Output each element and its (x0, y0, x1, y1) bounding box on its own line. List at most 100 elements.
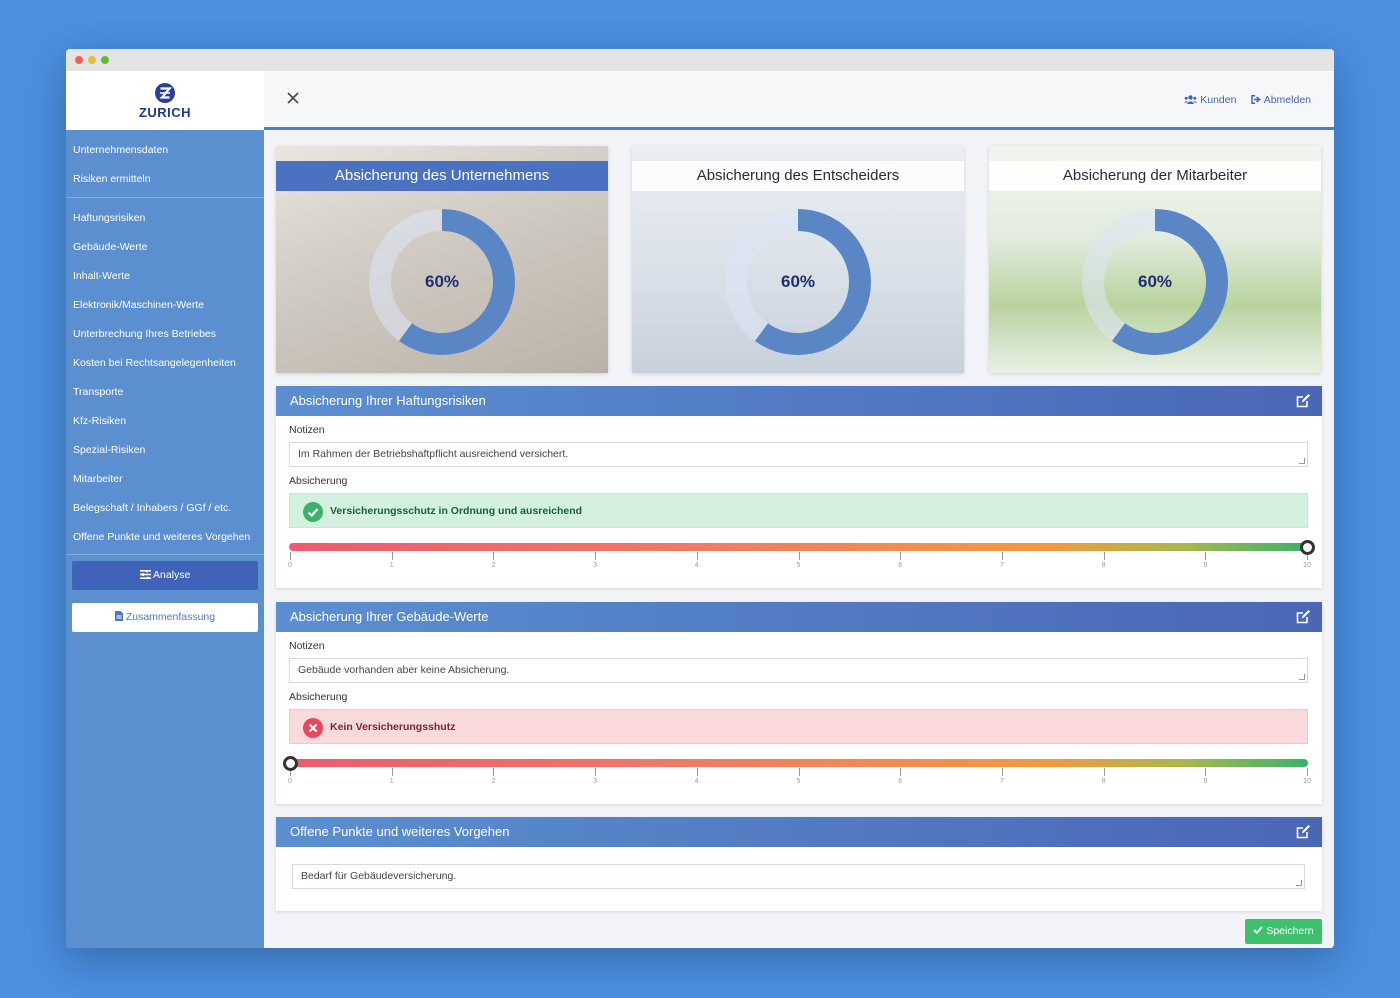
coverage-slider[interactable]: 0 1 2 3 4 5 6 7 8 9 10 (288, 539, 1315, 579)
section-body: Notizen Im Rahmen der Betriebshaftpflich… (276, 416, 1322, 579)
logo[interactable]: ZURICH (66, 71, 264, 130)
nav-group-risks: Haftungsrisiken Gebäude-Werte Inhalt-Wer… (66, 198, 264, 555)
sidebar-item-belegschaft[interactable]: Belegschaft / Inhabers / GGf / etc. (66, 494, 264, 523)
slider-tick (900, 552, 902, 560)
sidebar-item-haftungsrisiken[interactable]: Haftungsrisiken (66, 204, 264, 233)
slider-tick-label: 10 (1303, 562, 1311, 569)
slider-tick (391, 768, 393, 776)
slider-tick (1001, 552, 1003, 560)
slider-track[interactable] (289, 543, 1308, 551)
notes-label: Notizen (289, 640, 325, 652)
pdf-file-icon (114, 611, 123, 621)
sidebar-item-offene-punkte[interactable]: Offene Punkte und weiteres Vorgehen (66, 523, 264, 552)
slider-tick-label: 4 (694, 778, 699, 785)
sidebar-item-risiken-ermitteln[interactable]: Risiken ermitteln (66, 165, 264, 194)
slider-tick (595, 768, 597, 776)
card-title: Absicherung der Mitarbeiter (989, 161, 1321, 191)
section-haftungsrisiken: Absicherung Ihrer Haftungsrisiken Notize… (276, 386, 1322, 588)
section-gebaeude-werte: Absicherung Ihrer Gebäude-Werte Notizen … (276, 602, 1322, 804)
slider-tick-label: 10 (1303, 778, 1311, 785)
coverage-label: Absicherung (289, 475, 348, 487)
card-entscheider[interactable]: Absicherung des Entscheiders 60% (632, 146, 964, 373)
save-label: Speichern (1266, 925, 1314, 937)
sidebar-item-rechtskosten[interactable]: Kosten bei Rechtsangelegenheiten (66, 349, 264, 378)
sidebar-item-inhalt-werte[interactable]: Inhalt-Werte (66, 262, 264, 291)
coverage-label: Absicherung (289, 691, 348, 703)
card-title: Absicherung des Unternehmens (276, 161, 608, 191)
slider-tick (391, 552, 393, 560)
abmelden-link[interactable]: Abmelden (1251, 94, 1311, 106)
kunden-label: Kunden (1200, 94, 1237, 106)
zusammenfassung-label: Zusammenfassung (125, 611, 216, 623)
notes-text: Bedarf für Gebäudeversicherung. (301, 870, 457, 882)
window-minimize-dot[interactable] (88, 56, 96, 64)
sliders-icon (139, 569, 151, 580)
slider-tick (493, 552, 495, 560)
notes-textarea[interactable]: Bedarf für Gebäudeversicherung. (292, 864, 1305, 889)
slider-track[interactable] (289, 759, 1308, 767)
top-links: Kunden Abmelden (1172, 94, 1311, 106)
donut-percent: 60% (1137, 272, 1173, 291)
slider-tick (1103, 552, 1105, 560)
close-icon[interactable] (286, 91, 300, 105)
app-window: ZURICH Unternehmensdaten Risiken ermitte… (66, 49, 1334, 948)
sidebar-item-elektronik-maschinen[interactable]: Elektronik/Maschinen-Werte (66, 291, 264, 320)
sidebar-item-kfz-risiken[interactable]: Kfz-Risiken (66, 407, 264, 436)
edit-icon[interactable] (1296, 393, 1311, 408)
slider-tick (493, 768, 495, 776)
slider-tick-label: 5 (796, 778, 801, 785)
slider-tick-label: 6 (898, 778, 903, 785)
zusammenfassung-button[interactable]: Zusammenfassung (72, 603, 258, 632)
slider-tick (1205, 552, 1207, 560)
card-unternehmen[interactable]: Absicherung des Unternehmens 60% (276, 146, 608, 373)
sidebar-item-unternehmensdaten[interactable]: Unternehmensdaten (66, 136, 264, 165)
analyse-label: Analyse (152, 569, 191, 581)
slider-tick (798, 552, 800, 560)
notes-text: Im Rahmen der Betriebshaftpflicht ausrei… (298, 448, 569, 460)
section-title: Offene Punkte und weiteres Vorgehen (290, 824, 510, 839)
edit-icon[interactable] (1296, 609, 1311, 624)
kunden-link[interactable]: Kunden (1184, 94, 1239, 106)
section-offene-punkte: Offene Punkte und weiteres Vorgehen Beda… (276, 817, 1322, 911)
slider-tick-label: 0 (288, 778, 292, 785)
resize-grip-icon[interactable] (1299, 674, 1305, 680)
slider-tick-label: 5 (796, 562, 801, 569)
sidebar-item-transporte[interactable]: Transporte (66, 378, 264, 407)
card-title: Absicherung des Entscheiders (632, 161, 964, 191)
edit-icon[interactable] (1296, 824, 1311, 839)
save-button[interactable]: Speichern (1245, 919, 1322, 944)
slider-tick-label: 8 (1101, 778, 1106, 785)
main-content: Absicherung des Unternehmens 60% Absiche… (264, 133, 1334, 948)
x-circle-icon (303, 718, 323, 738)
slider-tick-label: 4 (694, 562, 699, 569)
analyse-button[interactable]: Analyse (72, 561, 258, 590)
check-icon (1253, 926, 1264, 935)
notes-textarea[interactable]: Im Rahmen der Betriebshaftpflicht ausrei… (289, 442, 1308, 467)
slider-tick-label: 9 (1203, 778, 1208, 785)
coverage-slider[interactable]: 0 1 2 3 4 5 6 7 8 9 10 (283, 755, 1311, 795)
section-header: Offene Punkte und weiteres Vorgehen (276, 817, 1322, 847)
resize-grip-icon[interactable] (1299, 458, 1305, 464)
window-maximize-dot[interactable] (101, 56, 109, 64)
notes-text: Gebäude vorhanden aber keine Absicherung… (298, 664, 510, 676)
slider-tick-label: 1 (389, 778, 394, 785)
slider-handle[interactable] (1300, 540, 1315, 555)
window-close-dot[interactable] (75, 56, 83, 64)
section-title: Absicherung Ihrer Gebäude-Werte (290, 609, 489, 624)
sidebar-item-gebaeude-werte[interactable]: Gebäude-Werte (66, 233, 264, 262)
section-body: Bedarf für Gebäudeversicherung. (276, 847, 1322, 889)
resize-grip-icon[interactable] (1296, 880, 1302, 886)
slider-handle[interactable] (283, 756, 298, 771)
abmelden-label: Abmelden (1263, 94, 1311, 106)
notes-textarea[interactable]: Gebäude vorhanden aber keine Absicherung… (289, 658, 1308, 683)
users-icon (1184, 95, 1198, 104)
nav-group-general: Unternehmensdaten Risiken ermitteln (66, 130, 264, 198)
slider-tick (696, 552, 698, 560)
slider-tick-label: 0 (288, 562, 292, 569)
zurich-logo-icon (154, 82, 176, 104)
sidebar-item-mitarbeiter[interactable]: Mitarbeiter (66, 465, 264, 494)
sidebar-item-spezial-risiken[interactable]: Spezial-Risiken (66, 436, 264, 465)
sign-out-icon (1251, 95, 1262, 104)
card-mitarbeiter[interactable]: Absicherung der Mitarbeiter 60% (989, 146, 1321, 373)
sidebar-item-betriebsunterbrechung[interactable]: Unterbrechung Ihres Betriebes (66, 320, 264, 349)
